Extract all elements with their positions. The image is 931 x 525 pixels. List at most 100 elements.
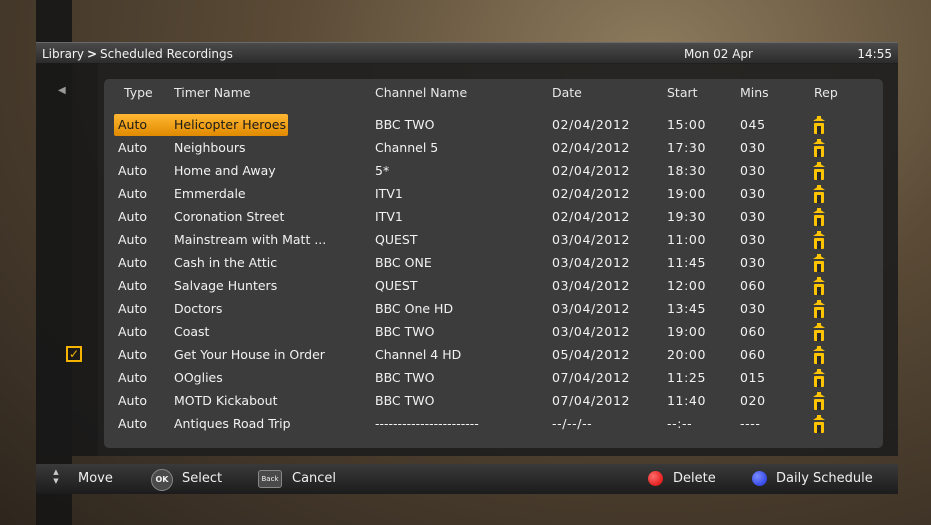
table-header: Type Timer Name Channel Name Date Start … [104,79,883,106]
checkbox-icon[interactable]: ✓ [66,346,82,362]
red-button-icon[interactable] [648,471,663,486]
cell-mins: 060 [740,278,766,293]
cell-channel-name: ITV1 [375,186,403,201]
cell-timer-name: Get Your House in Order [174,347,325,362]
table-row[interactable]: Auto MOTD Kickabout BBC TWO 07/04/2012 11:40… [104,390,883,413]
table-row[interactable]: Auto Helicopter Heroes BBC TWO 02/04/2012 15… [104,114,883,137]
cell-channel-name: ITV1 [375,209,403,224]
cell-start: 11:00 [667,232,707,247]
cell-date: 03/04/2012 [552,255,631,270]
table-row[interactable]: Auto Emmerdale ITV1 02/04/2012 19:00 030 [104,183,883,206]
left-arrow-icon[interactable]: ◀ [58,85,66,96]
cell-channel-name: BBC TWO [375,117,435,132]
cell-type: Auto [118,324,148,339]
cell-start: 19:00 [667,186,707,201]
repeat-icon [811,138,827,161]
repeat-icon [811,161,827,184]
cell-start: 20:00 [667,347,707,362]
daily-schedule-label: Daily Schedule [776,471,873,486]
repeat-icon [811,230,827,253]
breadcrumb-current: Scheduled Recordings [100,46,233,61]
recordings-table: Type Timer Name Channel Name Date Start … [104,79,883,448]
cell-type: Auto [118,163,148,178]
left-column: ◀ ✓ [36,63,98,456]
cell-channel-name: ----------------------- [375,416,479,431]
column-rep: Rep [814,85,838,100]
key-hint-bar: ▲ ▼ Move OK Select Back Cancel Delete Dai… [36,464,898,494]
repeat-icon [811,207,827,230]
table-row[interactable]: Auto Antiques Road Trip ------------------… [104,413,883,436]
cell-mins: 030 [740,186,766,201]
column-timer-name: Timer Name [174,85,251,100]
cell-channel-name: BBC TWO [375,393,435,408]
table-row[interactable]: Auto OOglies BBC TWO 07/04/2012 11:25 015 [104,367,883,390]
cell-mins: 030 [740,301,766,316]
repeat-icon [811,414,827,437]
cell-date: 02/04/2012 [552,117,631,132]
cell-start: 18:30 [667,163,707,178]
cell-mins: 015 [740,370,766,385]
delete-label: Delete [673,471,716,486]
cell-timer-name: Home and Away [174,163,276,178]
column-type: Type [124,85,153,100]
cell-type: Auto [118,140,148,155]
cell-type: Auto [118,370,148,385]
cell-timer-name: Mainstream with Matt ... [174,232,327,247]
cell-type: Auto [118,117,148,132]
cell-mins: 030 [740,140,766,155]
cell-type: Auto [118,278,148,293]
table-row[interactable]: Auto Coast BBC TWO 03/04/2012 19:00 060 [104,321,883,344]
cell-type: Auto [118,301,148,316]
up-down-arrows-icon: ▲ ▼ [53,468,59,485]
repeat-icon [811,322,827,345]
cell-channel-name: BBC TWO [375,370,435,385]
cell-date: 02/04/2012 [552,163,631,178]
cell-channel-name: QUEST [375,278,418,293]
cell-start: 17:30 [667,140,707,155]
ok-button-icon[interactable]: OK [151,469,173,491]
cell-timer-name: Coast [174,324,210,339]
column-mins: Mins [740,85,769,100]
cell-type: Auto [118,393,148,408]
repeat-icon [811,184,827,207]
blue-button-icon[interactable] [752,471,767,486]
table-row[interactable]: Auto Doctors BBC One HD 03/04/2012 13:45 030 [104,298,883,321]
table-row[interactable]: Auto Coronation Street ITV1 02/04/2012 19:30… [104,206,883,229]
cell-mins: 030 [740,232,766,247]
cell-type: Auto [118,255,148,270]
cell-start: 15:00 [667,117,707,132]
cell-channel-name: QUEST [375,232,418,247]
table-row[interactable]: Auto Salvage Hunters QUEST 03/04/2012 12:00 0… [104,275,883,298]
cell-channel-name: BBC ONE [375,255,432,270]
table-row[interactable]: Auto Cash in the Attic BBC ONE 03/04/2012 11… [104,252,883,275]
cell-mins: 030 [740,163,766,178]
table-row[interactable]: Auto Neighbours Channel 5 02/04/2012 17:30 03… [104,137,883,160]
cell-timer-name: Cash in the Attic [174,255,278,270]
cell-date: 05/04/2012 [552,347,631,362]
cell-type: Auto [118,209,148,224]
table-row[interactable]: Auto Home and Away 5* 02/04/2012 18:30 030 [104,160,883,183]
cell-date: 03/04/2012 [552,324,631,339]
repeat-icon [811,345,827,368]
cell-channel-name: Channel 4 HD [375,347,462,362]
cell-type: Auto [118,347,148,362]
column-date: Date [552,85,582,100]
column-channel-name: Channel Name [375,85,468,100]
cell-channel-name: 5* [375,163,390,178]
current-time: 14:55 [857,46,892,61]
cell-mins: 030 [740,255,766,270]
cell-timer-name: Coronation Street [174,209,285,224]
breadcrumb-root[interactable]: Library [42,47,84,61]
table-row[interactable]: Auto Mainstream with Matt ... QUEST 03/04/2… [104,229,883,252]
cell-date: 07/04/2012 [552,370,631,385]
back-button-icon[interactable]: Back [258,470,282,488]
title-bar: Library > Scheduled Recordings Mon 02 Apr … [36,42,898,64]
cell-date: 07/04/2012 [552,393,631,408]
repeat-icon [811,253,827,276]
cell-mins: ---- [740,416,761,431]
repeat-icon [811,391,827,414]
move-label: Move [78,471,113,486]
table-row[interactable]: Auto Get Your House in Order Channel 4 HD 0… [104,344,883,367]
cell-type: Auto [118,186,148,201]
cell-channel-name: Channel 5 [375,140,439,155]
